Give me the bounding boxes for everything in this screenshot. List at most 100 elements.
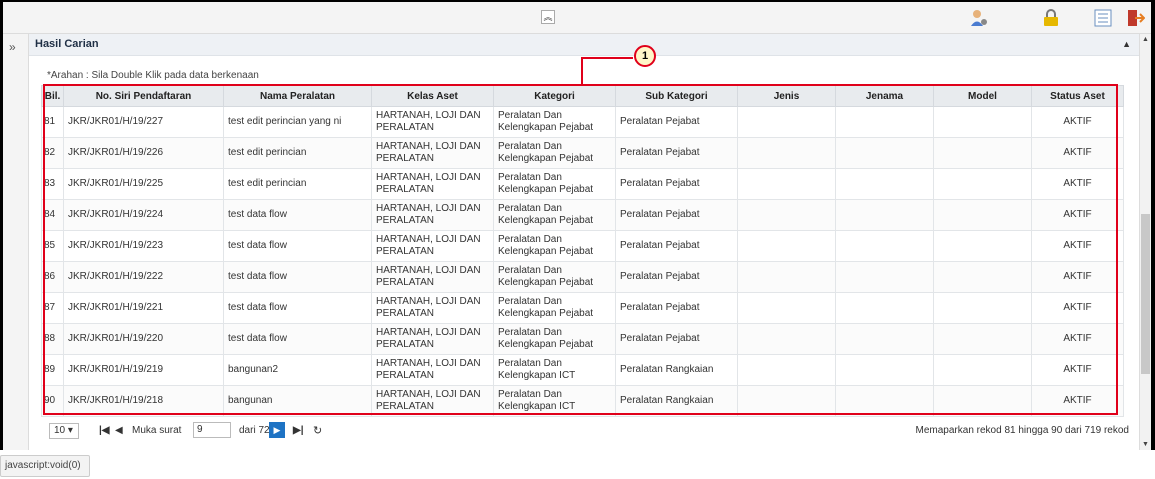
table-cell-sub: Peralatan Pejabat [615, 106, 738, 138]
panel-header: Hasil Carian ▲ [29, 34, 1139, 56]
table-cell-model [933, 261, 1032, 293]
table-cell-no_siri: JKR/JKR01/H/19/218 [63, 385, 224, 417]
table-cell-sub: Peralatan Pejabat [615, 261, 738, 293]
page-size-select[interactable]: 10 ▾ [49, 423, 79, 439]
table-row[interactable]: 87 JKR/JKR01/H/19/221 test data flow HARTAN… [41, 292, 1124, 324]
table-cell-kategori: Peralatan Dan Kelengkapan Pejabat [493, 323, 616, 355]
table-cell-nama: bangunan [223, 385, 372, 417]
panel-collapse-icon[interactable]: ▲ [1122, 39, 1131, 49]
table-cell-bil: 86 [41, 261, 64, 293]
table-cell-jenis [737, 199, 836, 231]
table-cell-no_siri: JKR/JKR01/H/19/220 [63, 323, 224, 355]
table-cell-status: AKTIF [1031, 199, 1124, 231]
table-cell-jenama [835, 261, 934, 293]
table-cell-kategori: Peralatan Dan Kelengkapan Pejabat [493, 106, 616, 138]
table-cell-kelas: HARTANAH, LOJI DAN PERALATAN [371, 354, 494, 386]
table-cell-bil: 81 [41, 106, 64, 138]
lock-icon[interactable] [1041, 8, 1061, 28]
column-header[interactable]: Sub Kategori [615, 85, 738, 107]
callout-line [581, 57, 583, 85]
callout-line [581, 57, 633, 59]
last-page-icon[interactable]: ▶| [293, 425, 304, 436]
table-cell-kelas: HARTANAH, LOJI DAN PERALATAN [371, 261, 494, 293]
column-header[interactable]: Kategori [493, 85, 616, 107]
table-cell-bil: 87 [41, 292, 64, 324]
table-cell-model [933, 292, 1032, 324]
scroll-down-icon[interactable]: ▼ [1142, 441, 1149, 448]
table-cell-kategori: Peralatan Dan Kelengkapan Pejabat [493, 292, 616, 324]
table-cell-no_siri: JKR/JKR01/H/19/226 [63, 137, 224, 169]
vertical-scrollbar[interactable]: ▲ ▼ [1139, 34, 1151, 450]
table-cell-kelas: HARTANAH, LOJI DAN PERALATAN [371, 199, 494, 231]
table-cell-no_siri: JKR/JKR01/H/19/223 [63, 230, 224, 262]
table-cell-jenis [737, 323, 836, 355]
table-row[interactable]: 85 JKR/JKR01/H/19/223 test data flow HARTAN… [41, 230, 1124, 262]
table-cell-nama: test edit perincian [223, 168, 372, 200]
next-page-icon[interactable]: ▶ [269, 422, 285, 438]
scroll-up-icon[interactable]: ▲ [1142, 36, 1149, 43]
column-header[interactable]: Nama Peralatan [223, 85, 372, 107]
table-row[interactable]: 88 JKR/JKR01/H/19/220 test data flow HARTAN… [41, 323, 1124, 355]
table-header-row: Bil. No. Siri Pendaftaran Nama Peralatan Ke… [41, 85, 1124, 107]
table-row[interactable]: 84 JKR/JKR01/H/19/224 test data flow HARTAN… [41, 199, 1124, 231]
table-cell-sub: Peralatan Pejabat [615, 323, 738, 355]
column-header[interactable]: No. Siri Pendaftaran [63, 85, 224, 107]
column-header[interactable]: Bil. [41, 85, 64, 107]
table-cell-jenama [835, 199, 934, 231]
table-cell-status: AKTIF [1031, 354, 1124, 386]
table-cell-model [933, 323, 1032, 355]
list-view-icon[interactable] [1093, 8, 1113, 28]
column-header[interactable]: Kelas Aset [371, 85, 494, 107]
table-row[interactable]: 82 JKR/JKR01/H/19/226 test edit perincian H… [41, 137, 1124, 169]
logout-icon[interactable] [1125, 8, 1145, 28]
table-cell-kelas: HARTANAH, LOJI DAN PERALATAN [371, 106, 494, 138]
column-header[interactable]: Status Aset [1031, 85, 1124, 107]
left-collapsed-panel: » [3, 34, 29, 450]
table-cell-nama: test data flow [223, 230, 372, 262]
table-cell-kategori: Peralatan Dan Kelengkapan Pejabat [493, 137, 616, 169]
table-cell-status: AKTIF [1031, 385, 1124, 417]
scroll-thumb[interactable] [1141, 214, 1150, 374]
table-cell-model [933, 354, 1032, 386]
refresh-icon[interactable]: ↻ [313, 424, 322, 437]
table-cell-no_siri: JKR/JKR01/H/19/219 [63, 354, 224, 386]
table-cell-status: AKTIF [1031, 230, 1124, 262]
record-info: Memaparkan rekod 81 hingga 90 dari 719 r… [915, 425, 1129, 436]
prev-page-icon[interactable]: ◀ [115, 425, 123, 436]
table-cell-nama: test data flow [223, 292, 372, 324]
table-cell-model [933, 168, 1032, 200]
table-cell-jenama [835, 385, 934, 417]
table-cell-sub: Peralatan Pejabat [615, 230, 738, 262]
table-cell-status: AKTIF [1031, 106, 1124, 138]
collapse-top-button[interactable]: ︽ [541, 10, 555, 24]
expand-left-icon[interactable]: » [9, 40, 16, 54]
table-cell-nama: test data flow [223, 261, 372, 293]
table-cell-bil: 83 [41, 168, 64, 200]
column-header[interactable]: Jenama [835, 85, 934, 107]
table-row[interactable]: 83 JKR/JKR01/H/19/225 test edit perincian H… [41, 168, 1124, 200]
table-cell-jenis [737, 230, 836, 262]
table-cell-jenama [835, 168, 934, 200]
results-table: Bil. No. Siri Pendaftaran Nama Peralatan Ke… [41, 85, 1124, 417]
panel-title: Hasil Carian [35, 38, 99, 50]
table-cell-no_siri: JKR/JKR01/H/19/224 [63, 199, 224, 231]
table-cell-model [933, 199, 1032, 231]
column-header[interactable]: Model [933, 85, 1032, 107]
table-cell-no_siri: JKR/JKR01/H/19/221 [63, 292, 224, 324]
table-row[interactable]: 86 JKR/JKR01/H/19/222 test data flow HARTAN… [41, 261, 1124, 293]
column-header[interactable]: Jenis [737, 85, 836, 107]
table-cell-kategori: Peralatan Dan Kelengkapan Pejabat [493, 230, 616, 262]
table-row[interactable]: 81 JKR/JKR01/H/19/227 test edit perincian … [41, 106, 1124, 138]
table-cell-no_siri: JKR/JKR01/H/19/222 [63, 261, 224, 293]
table-row[interactable]: 90 JKR/JKR01/H/19/218 bangunan HARTANAH, LO… [41, 385, 1124, 417]
table-row[interactable]: 89 JKR/JKR01/H/19/219 bangunan2 HARTANAH, L… [41, 354, 1124, 386]
table-cell-sub: Peralatan Rangkaian [615, 385, 738, 417]
page-number-input[interactable]: 9 [193, 422, 231, 438]
table-cell-jenis [737, 385, 836, 417]
table-cell-jenis [737, 292, 836, 324]
user-settings-icon[interactable] [969, 8, 989, 28]
table-cell-jenama [835, 292, 934, 324]
browser-status-bar: javascript:void(0) [0, 455, 90, 477]
first-page-icon[interactable]: |◀ [99, 425, 110, 436]
table-cell-sub: Peralatan Pejabat [615, 168, 738, 200]
